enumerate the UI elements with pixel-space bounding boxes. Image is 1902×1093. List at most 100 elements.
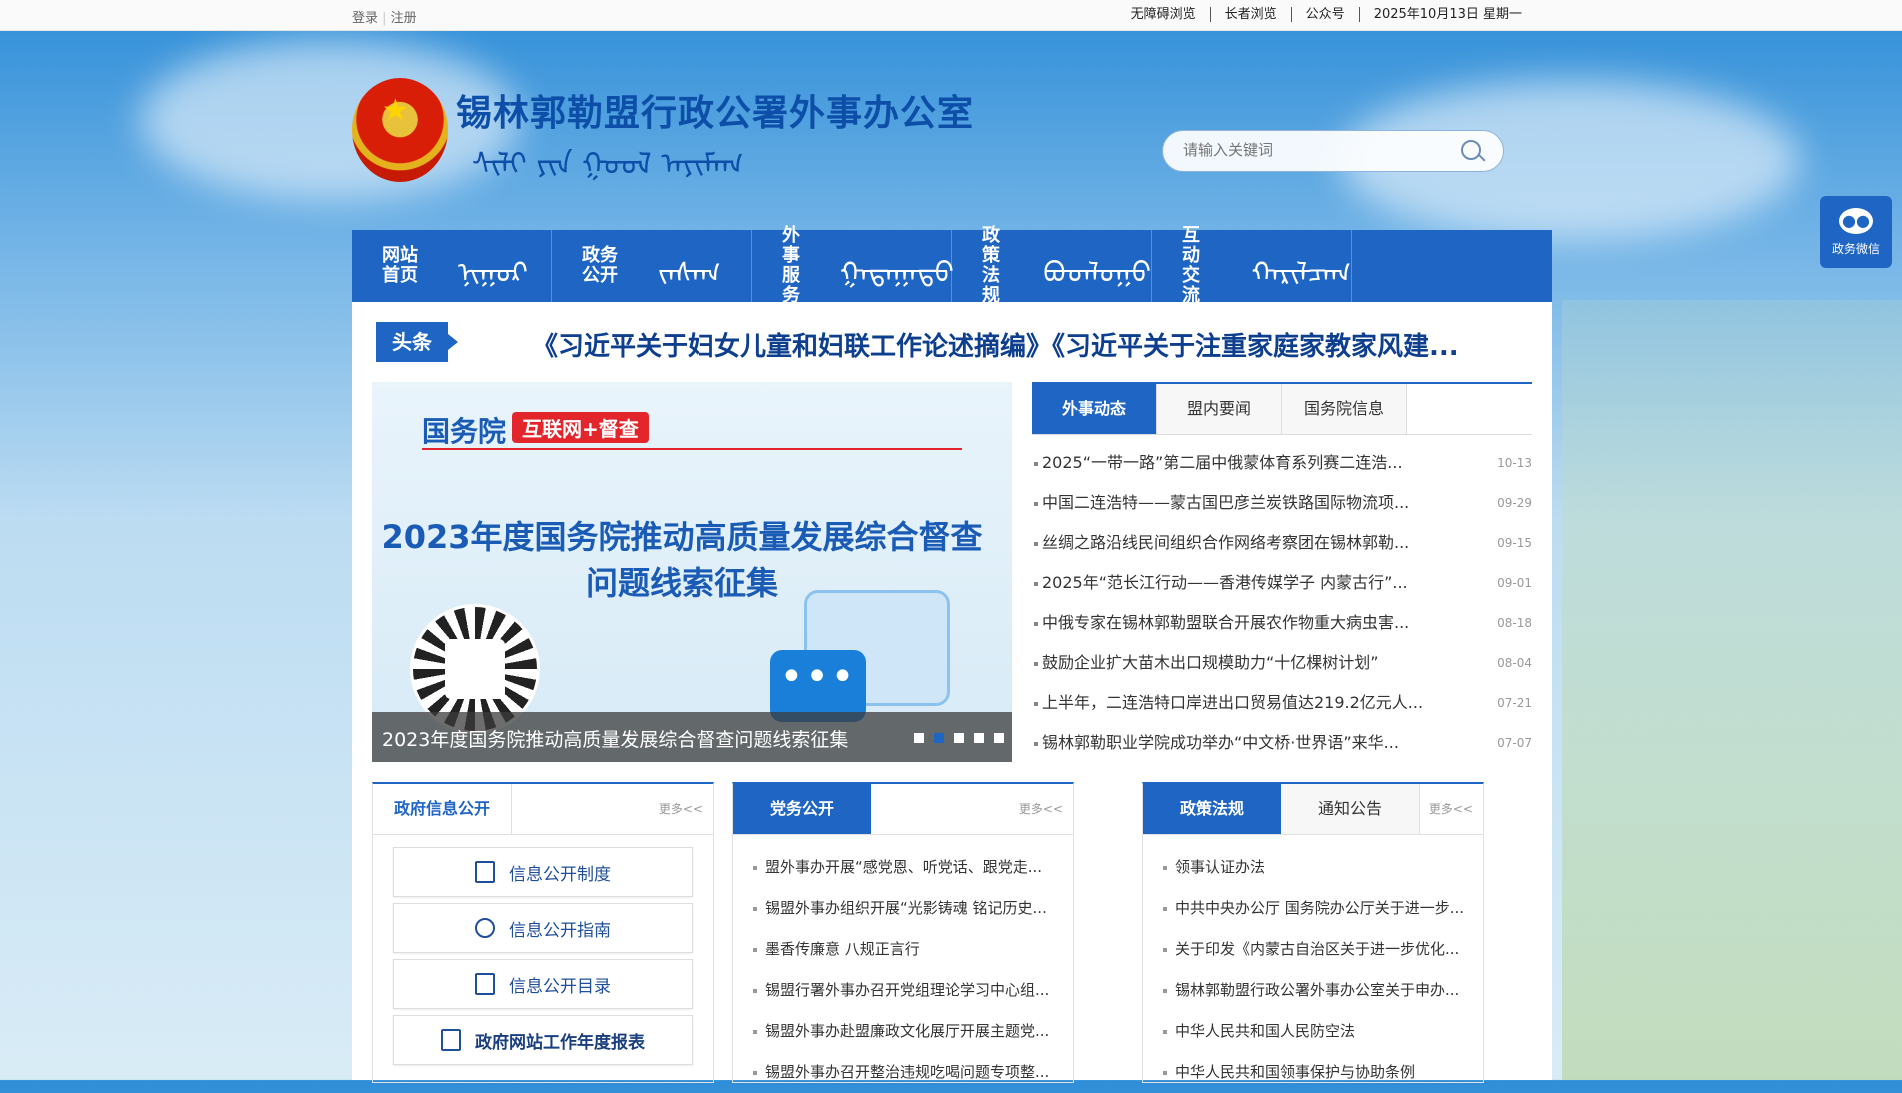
star-icon: ★ — [382, 93, 409, 128]
list-item[interactable]: 锡林郭勒盟行政公署外事办公室关于申办... — [1163, 970, 1483, 1011]
more-link[interactable]: 更多<< — [1019, 800, 1063, 817]
nav-item-policies[interactable]: 政策法规 ᠪᠣᠳᠯᠣᠭᠣ — [952, 226, 1152, 306]
list-item[interactable]: 锡盟外事办组织开展“光影铸魂 铭记历史... — [753, 888, 1073, 929]
divider — [422, 448, 962, 450]
slide-heading-line: 2023年度国务院推动高质量发展综合督查 — [381, 518, 983, 556]
list-item[interactable]: 中华人民共和国人民防空法 — [1163, 1011, 1483, 1052]
search-icon[interactable] — [1461, 140, 1481, 160]
document-icon — [475, 861, 495, 883]
nav-label: 网站首页 — [382, 245, 418, 286]
list-item[interactable]: 墨香传廉意 八规正言行 — [753, 929, 1073, 970]
nav-label-mongolian: ᠵᠠᠰᠠᠭ — [658, 255, 721, 289]
list-item[interactable]: 上半年，二连浩特口岸进出口贸易值达219.2亿元人... 07-21 — [1032, 683, 1532, 723]
party-affairs-panel: 党务公开 更多<< 盟外事办开展“感党恩、听党话、跟党走... 锡盟外事办组织开… — [732, 782, 1074, 1083]
slide-caption[interactable]: 2023年度国务院推动高质量发展综合督查问题线索征集 — [372, 712, 1012, 762]
party-affairs-list: 盟外事办开展“感党恩、听党话、跟党走... 锡盟外事办组织开展“光影铸魂 铭记历… — [733, 835, 1073, 1093]
tab-party-affairs[interactable]: 党务公开 — [733, 784, 871, 834]
nav-item-gov-affairs[interactable]: 政务公开 ᠵᠠᠰᠠᠭ — [552, 230, 752, 302]
compass-icon — [475, 918, 495, 938]
top-bar: 登录 | 注册 无障碍浏览 长者浏览 公众号 2025年10月13日 星期一 — [0, 0, 1902, 31]
image-carousel[interactable]: 国务院 互联网+督查 2023年度国务院推动高质量发展综合督查 问题线索征集 •… — [372, 382, 1012, 762]
nav-label-mongolian: ᠬᠠᠷᠢᠯᠴᠠᠭ — [1251, 255, 1351, 289]
more-link[interactable]: 更多<< — [659, 800, 703, 817]
news-date: 08-18 — [1497, 616, 1532, 630]
list-item[interactable]: 中俄专家在锡林郭勒盟联合开展农作物重大病虫害... 08-18 — [1032, 603, 1532, 643]
news-list: 2025“一带一路”第二届中俄蒙体育系列赛二连浩... 10-13 中国二连浩特—… — [1032, 443, 1532, 763]
news-title: 鼓励企业扩大苗木出口规模助力“十亿棵树计划” — [1042, 653, 1379, 672]
nav-label-mongolian: ᠨᠢᠭᠤᠷ — [458, 255, 528, 289]
public-account-link[interactable]: 公众号 — [1290, 7, 1359, 22]
nav-label: 外事服务 — [782, 225, 800, 306]
register-link[interactable]: 注册 — [391, 11, 417, 26]
panel-header: 党务公开 更多<< — [733, 784, 1073, 835]
news-date: 09-15 — [1497, 536, 1532, 550]
annual-report-button[interactable]: 政府网站工作年度报表 — [393, 1015, 693, 1065]
accessibility-link[interactable]: 无障碍浏览 — [1117, 7, 1210, 22]
wechat-float-button[interactable]: ●● 政务微信 — [1820, 196, 1892, 268]
login-link[interactable]: 登录 — [352, 11, 378, 26]
button-label: 政府网站工作年度报表 — [475, 1032, 645, 1053]
panel-header: 政府信息公开 更多<< — [373, 784, 713, 835]
account-links: 登录 | 注册 — [352, 7, 417, 26]
list-item[interactable]: 盟外事办开展“感党恩、听党话、跟党走... — [753, 847, 1073, 888]
list-item[interactable]: 2025“一带一路”第二届中俄蒙体育系列赛二连浩... 10-13 — [1032, 443, 1532, 483]
separator: | — [382, 11, 391, 26]
more-link[interactable]: 更多<< — [1429, 800, 1473, 817]
info-disclosure-system-button[interactable]: 信息公开制度 — [393, 847, 693, 897]
national-emblem-logo[interactable]: ★ — [352, 78, 448, 182]
info-disclosure-guide-button[interactable]: 信息公开指南 — [393, 903, 693, 953]
main-nav: 网站首页 ᠨᠢᠭᠤᠷ 政务公开 ᠵᠠᠰᠠᠭ 外事服务 ᠭᠠᠳᠠᠭᠠᠳᠤ 政策法规… — [352, 226, 1552, 306]
news-date: 08-04 — [1497, 656, 1532, 670]
site-title[interactable]: 锡林郭勒盟行政公署外事办公室 — [456, 84, 974, 136]
carousel-dot[interactable] — [974, 733, 984, 743]
tab-state-council[interactable]: 国务院信息 — [1282, 384, 1407, 434]
button-label: 信息公开制度 — [509, 864, 611, 885]
background-meadow — [1562, 300, 1902, 1080]
news-title: 2025年“范长江行动——香港传媒学子 内蒙古行”... — [1042, 573, 1408, 592]
button-label: 信息公开目录 — [509, 976, 611, 997]
list-item[interactable]: 鼓励企业扩大苗木出口规模助力“十亿棵树计划” 08-04 — [1032, 643, 1532, 683]
nav-item-home[interactable]: 网站首页 ᠨᠢᠭᠤᠷ — [352, 230, 552, 302]
news-title: 丝绸之路沿线民间组织合作网络考察团在锡林郭勒... — [1042, 533, 1410, 552]
slide-caption-text: 2023年度国务院推动高质量发展综合督查问题线索征集 — [382, 729, 849, 751]
list-item[interactable]: 锡林郭勒职业学院成功举办“中文桥·世界语”来华... 07-07 — [1032, 723, 1532, 763]
list-item[interactable]: 中国二连浩特——蒙古国巴彦兰炭铁路国际物流项... 09-29 — [1032, 483, 1532, 523]
tab-policies[interactable]: 政策法规 — [1143, 784, 1281, 834]
search-input[interactable] — [1181, 140, 1445, 160]
search-box — [1162, 130, 1504, 172]
list-item[interactable]: 锡盟外事办赴盟廉政文化展厅开展主题党... — [753, 1011, 1073, 1052]
carousel-dot[interactable] — [954, 733, 964, 743]
carousel-dot[interactable] — [914, 733, 924, 743]
news-date: 09-01 — [1497, 576, 1532, 590]
news-date: 07-07 — [1497, 736, 1532, 750]
main-content: 头条 《习近平关于妇女儿童和妇联工作论述摘编》《习近平关于注重家庭家教家风建..… — [352, 302, 1552, 1083]
carousel-dot[interactable] — [994, 733, 1004, 743]
info-disclosure-catalog-button[interactable]: 信息公开目录 — [393, 959, 693, 1009]
report-icon — [441, 1029, 461, 1051]
elder-mode-link[interactable]: 长者浏览 — [1209, 7, 1291, 22]
tab-notices[interactable]: 通知公告 — [1281, 784, 1420, 834]
list-item[interactable]: 领事认证办法 — [1163, 847, 1483, 888]
gov-info-panel: 政府信息公开 更多<< 信息公开制度 信息公开指南 信息公开目录 政府网站工作年… — [372, 782, 714, 1083]
list-icon — [475, 973, 495, 995]
carousel-dots — [904, 733, 1004, 743]
list-item[interactable]: 中华人民共和国领事保护与协助条例 — [1163, 1052, 1483, 1093]
list-item[interactable]: 中共中央办公厅 国务院办公厅关于进一步... — [1163, 888, 1483, 929]
tab-gov-info[interactable]: 政府信息公开 — [373, 784, 512, 834]
list-item[interactable]: 锡盟行署外事办召开党组理论学习中心组... — [753, 970, 1073, 1011]
news-title: 2025“一带一路”第二届中俄蒙体育系列赛二连浩... — [1042, 453, 1403, 472]
nav-item-foreign-services[interactable]: 外事服务 ᠭᠠᠳᠠᠭᠠᠳᠤ — [752, 226, 952, 306]
tab-league-news[interactable]: 盟内要闻 — [1157, 384, 1282, 434]
carousel-dot[interactable] — [934, 733, 944, 743]
tab-foreign-news[interactable]: 外事动态 — [1032, 384, 1157, 434]
nav-label-mongolian: ᠪᠣᠳᠯᠣᠭᠣ — [1043, 255, 1151, 289]
list-item[interactable]: 2025年“范长江行动——香港传媒学子 内蒙古行”... 09-01 — [1032, 563, 1532, 603]
list-item[interactable]: 丝绸之路沿线民间组织合作网络考察团在锡林郭勒... 09-15 — [1032, 523, 1532, 563]
current-date: 2025年10月13日 星期一 — [1358, 7, 1536, 22]
nav-item-interaction[interactable]: 互动交流 ᠬᠠᠷᠢᠯᠴᠠᠭ — [1152, 226, 1352, 306]
list-item[interactable]: 关于印发《内蒙古自治区关于进一步优化... — [1163, 929, 1483, 970]
news-date: 09-29 — [1497, 496, 1532, 510]
list-item[interactable]: 锡盟外事办召开整治违规吃喝问题专项整... — [753, 1052, 1073, 1093]
news-date: 07-21 — [1497, 696, 1532, 710]
headline-link[interactable]: 《习近平关于妇女儿童和妇联工作论述摘编》《习近平关于注重家庭家教家风建... — [532, 326, 1459, 363]
